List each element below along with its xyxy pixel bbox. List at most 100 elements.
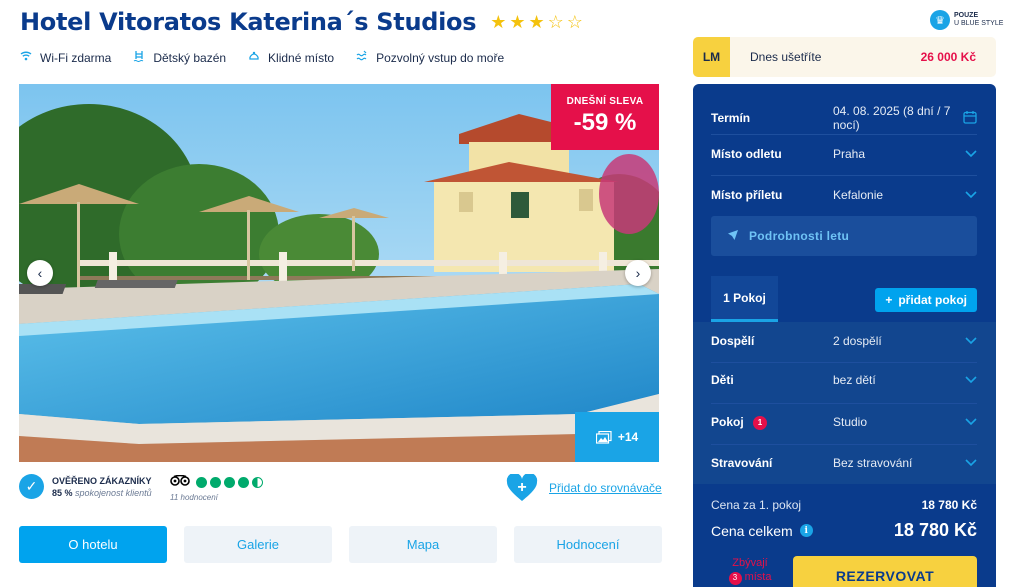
wifi-icon (20, 50, 32, 65)
room-config: Dospělí 2 dospělí Děti bez dětí Pokoj 1 … (693, 322, 996, 484)
amenity-child-pool: Dětský bazén (133, 50, 226, 65)
calendar-icon (963, 110, 977, 127)
price-total-value: 18 780 Kč (893, 520, 977, 540)
departure-value: Praha (833, 147, 866, 161)
rating-bubble (196, 476, 207, 488)
hotel-tabs: O hotelu Galerie Mapa Hodnocení (19, 526, 662, 563)
blue-style-badge: ♛ POUZE U BLUE STYLE (930, 10, 1003, 30)
savings-label: Dnes ušetříte (750, 50, 822, 64)
children-value: bez dětí (833, 373, 876, 387)
star-empty-icon: ☆ (547, 12, 564, 32)
arrival-label: Místo příletu (711, 188, 783, 202)
room-badge: 1 (753, 415, 768, 430)
arrival-value: Kefalonie (833, 188, 884, 202)
children-selector[interactable]: Děti bez dětí (711, 373, 977, 387)
discount-badge: DNEŠNÍ SLEVA -59 % (551, 84, 659, 150)
star-filled-icon: ★ (528, 12, 545, 32)
satisfaction-percent: 85 % (52, 487, 73, 498)
room-type-selector[interactable]: Pokoj 1 Studio (711, 415, 977, 430)
tab-about-hotel[interactable]: O hotelu (19, 526, 167, 563)
chevron-down-icon (965, 188, 977, 202)
room-type-label: Pokoj (711, 415, 744, 429)
price-room-value: 18 780 Kč (921, 498, 977, 512)
tripadvisor-owl-icon (170, 474, 190, 490)
check-icon: ✓ (19, 474, 44, 499)
plus-icon: + (885, 293, 893, 307)
last-minute-badge: LM (693, 37, 730, 77)
divider (711, 403, 977, 404)
divider (711, 444, 977, 445)
adults-label: Dospělí (711, 334, 755, 348)
rating-bubble (224, 476, 235, 488)
amenity-wifi: Wi-Fi zdarma (20, 50, 111, 65)
board-selector[interactable]: Stravování Bez stravování (711, 456, 977, 470)
savings-amount: 26 000 Kč (920, 50, 976, 64)
satisfaction-note: spokojenost klientů (75, 487, 152, 498)
heart-plus-icon[interactable]: + (506, 472, 538, 502)
flight-details-button[interactable]: Podrobnosti letu (711, 216, 977, 256)
star-filled-icon: ★ (509, 12, 526, 32)
price-room-label: Cena za 1. pokoj (711, 498, 802, 512)
child-pool-icon (133, 50, 145, 65)
departure-selector[interactable]: Místo odletu Praha (711, 147, 977, 161)
price-per-room: Cena za 1. pokoj 18 780 Kč (711, 498, 977, 512)
info-icon[interactable]: i (799, 524, 813, 537)
crown-icon: ♛ (930, 10, 950, 30)
room-type-value: Studio (833, 415, 868, 430)
discount-value: -59 % (573, 109, 637, 136)
blue-style-line1: POUZE (954, 12, 979, 19)
chevron-down-icon (965, 373, 977, 387)
arrival-selector[interactable]: Místo příletu Kefalonie (711, 188, 977, 202)
blue-style-line2: U BLUE STYLE (954, 20, 1004, 27)
rating-bubble (210, 476, 221, 488)
discount-label: DNEŠNÍ SLEVA (566, 96, 644, 107)
verified-title: OVĚŘENO ZÁKAZNÍKY (52, 475, 152, 486)
amenity-label: Klidné místo (268, 50, 335, 65)
tab-gallery[interactable]: Galerie (184, 526, 332, 563)
chevron-down-icon (965, 147, 977, 161)
add-room-button[interactable]: + přidat pokoj (875, 288, 977, 312)
term-selector[interactable]: Termín 04. 08. 2025 (8 dní / 7 nocí) (711, 104, 977, 132)
rating-bubble-half (252, 476, 263, 488)
chevron-down-icon (965, 456, 977, 470)
room-tabs: 1 Pokoj + přidat pokoj (693, 276, 996, 322)
sea-entry-icon (356, 50, 368, 65)
reserve-button[interactable]: REZERVOVAT (793, 556, 977, 587)
hotel-title: Hotel Vitoratos Katerina´s Studios (20, 8, 477, 36)
tab-reviews[interactable]: Hodnocení (514, 526, 662, 563)
gallery-next-button[interactable]: › (625, 260, 651, 286)
divider (711, 134, 977, 135)
flight-details-label: Podrobnosti letu (749, 229, 850, 243)
tab-map[interactable]: Mapa (349, 526, 497, 563)
children-label: Děti (711, 373, 734, 387)
remaining-line2: místa (744, 571, 772, 583)
amenity-label: Dětský bazén (153, 50, 227, 65)
remaining-line1: Zbývají (732, 557, 768, 569)
star-filled-icon: ★ (490, 12, 507, 32)
hotel-header: Hotel Vitoratos Katerina´s Studios ★ ★ ★ ☆ ☆ (20, 8, 583, 36)
adults-selector[interactable]: Dospělí 2 dospělí (711, 334, 977, 348)
add-room-label: přidat pokoj (898, 293, 967, 307)
amenity-label: Pozvolný vstup do moře (376, 50, 505, 65)
departure-label: Místo odletu (711, 147, 782, 161)
photo-count: +14 (617, 430, 639, 444)
gallery-prev-button[interactable]: ‹ (27, 260, 53, 286)
amenity-sea-entry: Pozvolný vstup do moře (356, 50, 504, 65)
star-empty-icon: ☆ (566, 12, 583, 32)
add-to-compare-link[interactable]: Přidat do srovnávače (549, 481, 662, 495)
price-total: Cena celkem i 18 780 Kč (711, 520, 977, 541)
term-value: 04. 08. 2025 (8 dní / 7 nocí) (833, 104, 951, 132)
savings-banner: LM Dnes ušetříte 26 000 Kč (693, 37, 996, 77)
amenity-label: Wi-Fi zdarma (40, 50, 112, 65)
tripadvisor-rating[interactable]: 11 hodnocení (170, 474, 263, 502)
more-photos-button[interactable]: +14 (575, 412, 659, 462)
term-label: Termín (711, 111, 751, 125)
airplane-icon (727, 229, 739, 244)
room-tab-1[interactable]: 1 Pokoj (711, 276, 778, 322)
add-to-compare[interactable]: + Přidat do srovnávače (506, 472, 662, 502)
quiet-place-icon (248, 50, 260, 65)
hotel-photo-gallery[interactable]: DNEŠNÍ SLEVA -59 % ‹ › +14 (19, 84, 659, 462)
adults-value: 2 dospělí (833, 334, 882, 348)
chevron-left-icon: ‹ (37, 265, 43, 281)
divider (711, 362, 977, 363)
